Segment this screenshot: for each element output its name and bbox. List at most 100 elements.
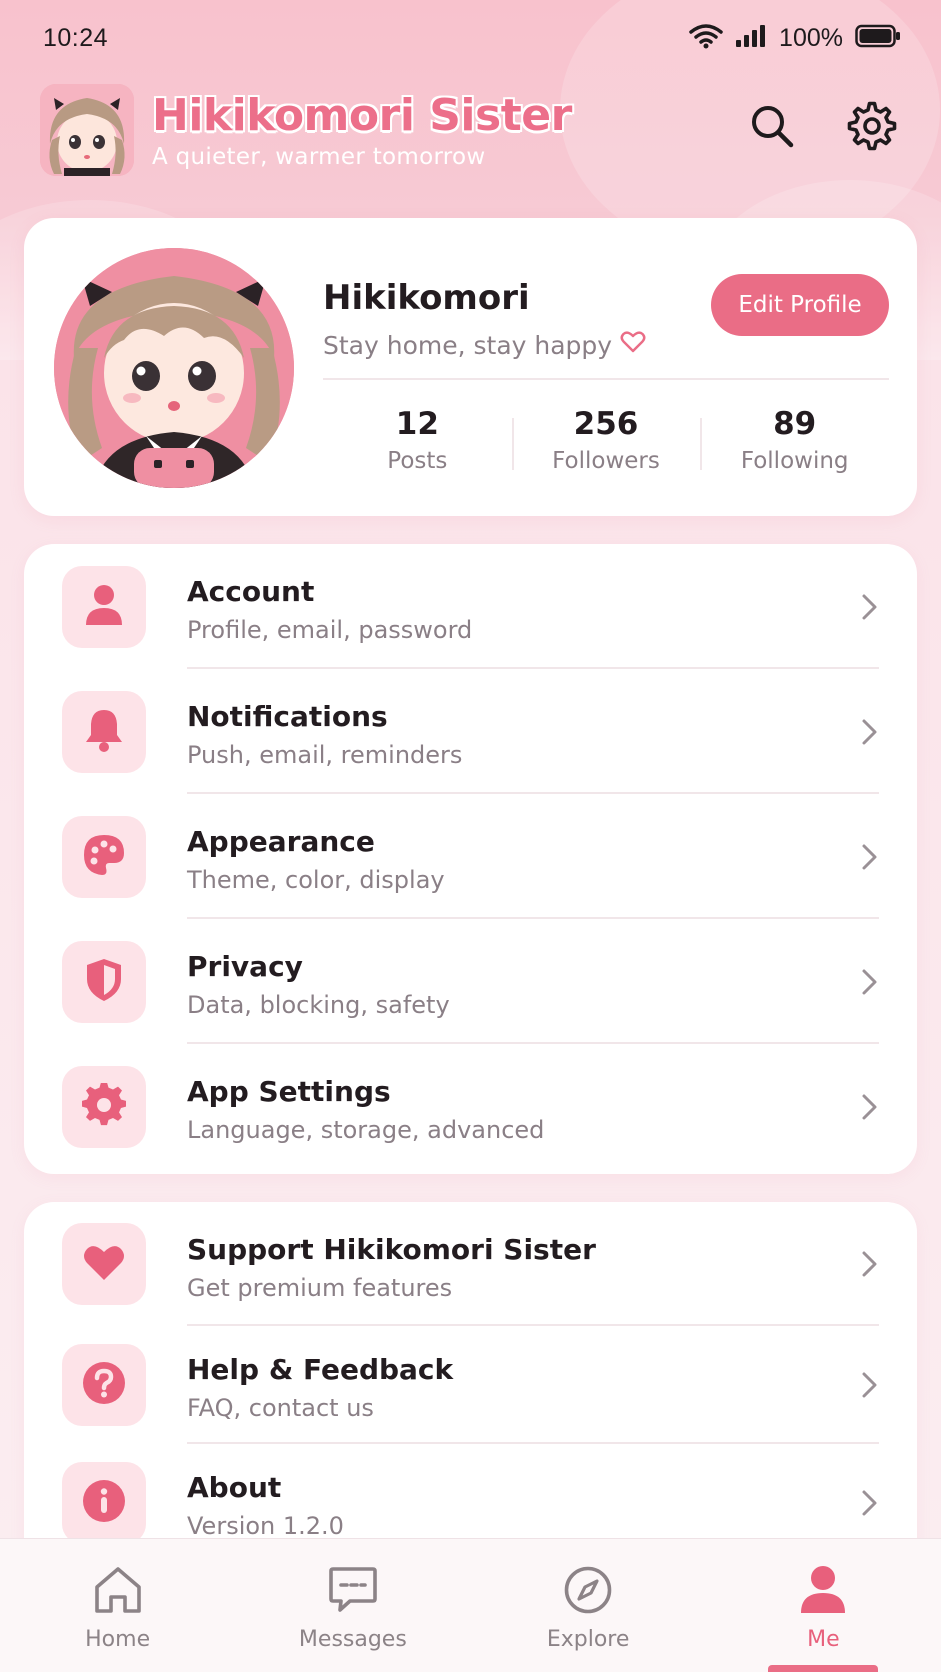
chevron-right-icon	[861, 968, 879, 1000]
menu-title: Notifications	[187, 700, 388, 733]
chevron-right-icon	[861, 593, 879, 625]
menu-icon-box	[62, 815, 146, 898]
user-icon	[84, 583, 124, 631]
menu-title: Support Hikikomori Sister	[187, 1233, 596, 1266]
battery-icon	[855, 24, 901, 52]
chevron-right-icon	[861, 843, 879, 875]
status-time: 10:24	[43, 23, 109, 52]
nav-label: Home	[85, 1627, 151, 1652]
home-icon	[92, 1565, 144, 1619]
nav-messages[interactable]: Messages	[235, 1539, 470, 1672]
chevron-right-icon	[861, 1093, 879, 1125]
settings-button[interactable]	[844, 100, 900, 156]
shield-icon	[84, 957, 124, 1007]
search-icon	[749, 103, 795, 153]
nav-label: Me	[807, 1627, 840, 1652]
menu-subtitle: Profile, email, password	[187, 616, 473, 644]
menu-icon-box	[62, 1462, 146, 1544]
nav-home[interactable]: Home	[0, 1539, 235, 1672]
compass-icon	[563, 1565, 613, 1619]
avatar[interactable]	[54, 248, 294, 488]
profile-divider	[323, 378, 889, 380]
menu-title: Appearance	[187, 825, 375, 858]
menu-text: Privacy Data, blocking, safety	[187, 949, 450, 1021]
menu-title: About	[187, 1471, 282, 1504]
menu-text: About Version 1.2.0	[187, 1470, 344, 1542]
gear-icon	[82, 1081, 126, 1131]
menu-icon-box	[62, 940, 146, 1023]
app-logo	[40, 84, 134, 176]
menu-icon-box	[62, 1344, 146, 1426]
status-bar: 10:24 100%	[0, 0, 941, 76]
app-header: Hikikomori Sister A quieter, warmer tomo…	[40, 82, 900, 178]
stat-following[interactable]: 89 Following	[700, 406, 889, 486]
app-tagline: A quieter, warmer tomorrow	[152, 144, 486, 170]
nav-me[interactable]: Me	[706, 1539, 941, 1672]
profile-status: Stay home, stay happy	[323, 330, 646, 360]
chevron-right-icon	[861, 1489, 879, 1521]
menu-subtitle: Data, blocking, safety	[187, 991, 450, 1019]
search-button[interactable]	[744, 100, 800, 156]
menu-icon-box	[62, 1065, 146, 1148]
menu-item-appearance[interactable]: Appearance Theme, color, display	[24, 794, 917, 919]
menu-text: Account Profile, email, password	[187, 574, 472, 646]
stat-value: 89	[773, 406, 817, 442]
settings-menu: Account Profile, email, password Notific…	[24, 544, 917, 1174]
stat-value: 256	[573, 406, 639, 442]
nav-label: Messages	[298, 1627, 407, 1652]
bottom-nav: Home Messages Explore Me	[0, 1538, 941, 1672]
menu-subtitle: Get premium features	[187, 1274, 453, 1302]
stat-value: 12	[395, 406, 439, 442]
menu-icon-box	[62, 1223, 146, 1305]
menu-item-account[interactable]: Account Profile, email, password	[24, 544, 917, 669]
stat-followers[interactable]: 256 Followers	[511, 406, 701, 486]
nav-active-indicator	[768, 1665, 879, 1672]
info-icon	[82, 1479, 126, 1527]
menu-item-notifications[interactable]: Notifications Push, email, reminders	[24, 669, 917, 794]
menu-subtitle: Theme, color, display	[187, 866, 445, 894]
menu-subtitle: Push, email, reminders	[187, 741, 463, 769]
chevron-right-icon	[861, 718, 879, 750]
stat-posts[interactable]: 12 Posts	[323, 406, 512, 486]
profile-status-text: Stay home, stay happy	[323, 330, 613, 360]
app-title: Hikikomori Sister	[152, 90, 572, 141]
stat-label: Followers	[552, 448, 660, 474]
profile-info: Hikikomori Stay home, stay happy	[323, 278, 646, 360]
profile-name: Hikikomori	[323, 278, 530, 318]
menu-text: Appearance Theme, color, display	[187, 824, 445, 896]
profile-card: Hikikomori Stay home, stay happy Edit Pr…	[24, 218, 917, 516]
menu-text: Notifications Push, email, reminders	[187, 699, 462, 771]
menu-text: App Settings Language, storage, advanced	[187, 1074, 544, 1146]
menu-title: App Settings	[187, 1075, 391, 1108]
header-actions	[744, 100, 900, 156]
menu-text: Help & Feedback FAQ, contact us	[187, 1352, 453, 1424]
menu-item-privacy[interactable]: Privacy Data, blocking, safety	[24, 919, 917, 1044]
stat-label: Following	[740, 448, 849, 474]
menu-title: Help & Feedback	[187, 1353, 454, 1386]
menu-title: Account	[187, 575, 315, 608]
profile-stats: 12 Posts 256 Followers 89 Following	[323, 406, 889, 486]
menu-text: Support Hikikomori Sister Get premium fe…	[187, 1232, 596, 1304]
menu-item-support[interactable]: Support Hikikomori Sister Get premium fe…	[24, 1202, 917, 1326]
message-icon	[328, 1565, 378, 1619]
menu-item-app-settings[interactable]: App Settings Language, storage, advanced	[24, 1044, 917, 1169]
signal-icon	[735, 24, 767, 52]
nav-label: Explore	[546, 1627, 630, 1652]
chevron-right-icon	[861, 1371, 879, 1403]
menu-icon-box	[62, 690, 146, 773]
battery-percent: 100%	[779, 23, 843, 52]
heart-icon	[82, 1242, 126, 1286]
menu-title: Privacy	[187, 950, 303, 983]
wifi-icon	[689, 23, 723, 53]
heart-outline-icon	[620, 330, 646, 360]
user-icon	[800, 1565, 846, 1619]
menu-item-help[interactable]: Help & Feedback FAQ, contact us	[24, 1326, 917, 1444]
menu-subtitle: FAQ, contact us	[187, 1394, 374, 1422]
palette-icon	[82, 833, 126, 881]
menu-subtitle: Language, storage, advanced	[187, 1116, 545, 1144]
menu-icon-box	[62, 565, 146, 648]
nav-explore[interactable]: Explore	[471, 1539, 706, 1672]
edit-profile-button[interactable]: Edit Profile	[711, 274, 889, 336]
chevron-right-icon	[861, 1250, 879, 1282]
stat-label: Posts	[387, 448, 448, 474]
